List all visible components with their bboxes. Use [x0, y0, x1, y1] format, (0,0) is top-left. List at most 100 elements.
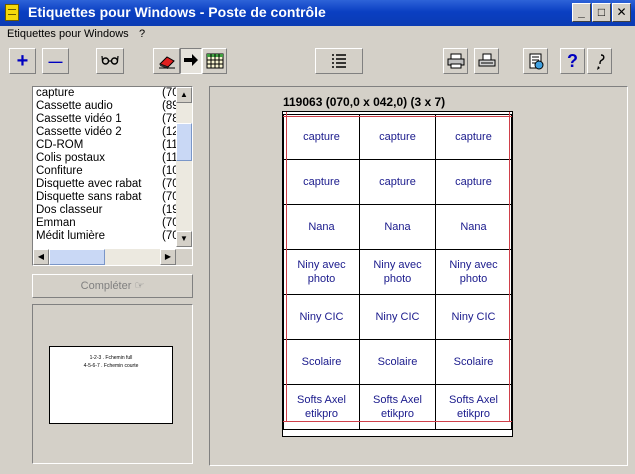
list-item-count: (19 [162, 204, 177, 216]
arrow-right-icon [184, 54, 198, 66]
scrollbar-corner [176, 249, 192, 265]
label-cell-text: capture [303, 176, 340, 188]
list-item[interactable]: capture (70 [33, 87, 177, 100]
label-cell-text: Scolaire [453, 356, 494, 368]
view-button[interactable] [96, 48, 124, 74]
menu-help[interactable]: ? [139, 28, 145, 40]
label-cell[interactable]: Niny avec photo [359, 249, 436, 295]
printer-icon [478, 53, 495, 67]
label-cell[interactable]: Scolaire [359, 339, 436, 385]
list-item[interactable]: Dos classeur (19 [33, 204, 177, 217]
list-item[interactable]: Confiture (10 [33, 165, 177, 178]
document-button[interactable] [523, 48, 548, 74]
add-button[interactable]: + [9, 48, 36, 74]
plus-icon: + [16, 50, 29, 72]
list-item[interactable]: Cassette vidéo 1 (78 [33, 113, 177, 126]
list-item[interactable]: Emman (70 [33, 217, 177, 230]
window-title: Etiquettes pour Windows - Poste de contr… [28, 4, 326, 20]
list-item[interactable]: Colis postaux (11 [33, 152, 177, 165]
grid-button[interactable] [202, 48, 227, 74]
label-cell-text: Scolaire [301, 356, 342, 368]
horizontal-scrollbar[interactable]: ◀ ▶ [33, 249, 176, 265]
label-cell[interactable]: Nana [359, 204, 436, 250]
label-cell-text: Niny CIC [375, 311, 420, 323]
horizontal-scroll-thumb[interactable] [49, 249, 105, 265]
print-button[interactable] [474, 48, 499, 74]
label-cell[interactable]: Softs Axel etikpro [359, 384, 436, 430]
scroll-left-icon[interactable]: ◀ [33, 249, 49, 265]
maximize-button[interactable]: □ [592, 3, 611, 22]
printer-setup-icon [447, 53, 464, 69]
label-cell-text: Softs Axel etikpro [297, 394, 346, 420]
list-item-count: (70 [162, 230, 177, 242]
vertical-scroll-thumb[interactable] [176, 123, 192, 161]
label-sheet: capture capture capture capture capture captu… [282, 111, 513, 437]
label-cell[interactable]: Niny avec photo [283, 249, 360, 295]
scroll-up-icon[interactable]: ▲ [176, 87, 192, 103]
label-cell-text: Niny avec photo [449, 259, 498, 285]
list-item[interactable]: Disquette sans rabat (70 [33, 191, 177, 204]
label-cell[interactable]: Scolaire [435, 339, 512, 385]
minimize-button[interactable]: _ [572, 3, 591, 22]
list-item[interactable]: CD-ROM (11 [33, 139, 177, 152]
label-cell[interactable]: Niny CIC [435, 294, 512, 340]
label-cell[interactable]: capture [359, 159, 436, 205]
scroll-down-icon[interactable]: ▼ [176, 231, 192, 247]
grid-icon [206, 53, 223, 69]
list-button[interactable] [315, 48, 363, 74]
label-cell-text: Softs Axel etikpro [373, 394, 422, 420]
list-item-name: Médit lumière [36, 230, 106, 242]
label-cell[interactable]: Softs Axel etikpro [435, 384, 512, 430]
label-cell[interactable]: Nana [435, 204, 512, 250]
arrow-button[interactable] [180, 48, 202, 74]
template-list[interactable]: capture (70 Cassette audio (89 Cassette vidé… [32, 86, 193, 266]
label-cell[interactable]: Niny CIC [283, 294, 360, 340]
list-item-count: (78 [162, 113, 177, 125]
margin-line-right [509, 112, 510, 422]
list-item-name: Confiture [36, 165, 83, 177]
label-cell-text: Niny CIC [451, 311, 496, 323]
label-cell[interactable]: capture [283, 159, 360, 205]
list-item-count: (10 [162, 165, 177, 177]
label-cell[interactable]: Niny CIC [359, 294, 436, 340]
menu-etiquettes[interactable]: Etiquettes pour Windows [7, 28, 129, 40]
margin-line-top [283, 116, 512, 117]
label-cell[interactable]: capture [283, 114, 360, 160]
label-cell-text: Softs Axel etikpro [449, 394, 498, 420]
list-item-name: CD-ROM [36, 139, 84, 151]
close-button[interactable]: ✕ [612, 3, 631, 22]
label-cell-text: Scolaire [377, 356, 418, 368]
printer-setup-button[interactable] [443, 48, 468, 74]
preview-line: 4-5-6-7 . Fchemin courte [83, 363, 139, 369]
sheet-title: 119063 (070,0 x 042,0) (3 x 7) [283, 95, 446, 109]
list-item[interactable]: Cassette audio (89 [33, 100, 177, 113]
help-button[interactable]: ? [560, 48, 585, 74]
context-help-button[interactable] [587, 48, 612, 74]
list-item[interactable]: Cassette vidéo 2 (12 [33, 126, 177, 139]
toolbar: + — ? [0, 45, 635, 79]
list-item-name: Disquette sans rabat [36, 191, 142, 203]
completer-button[interactable]: Compléter ☞ [32, 274, 193, 298]
list-item-count: (12 [162, 126, 177, 138]
title-bar[interactable]: Etiquettes pour Windows - Poste de contr… [0, 0, 635, 26]
label-cell[interactable]: Nana [283, 204, 360, 250]
help-icon: ? [567, 51, 578, 71]
label-cell[interactable]: Softs Axel etikpro [283, 384, 360, 430]
label-cell-text: Nana [308, 221, 335, 233]
list-item[interactable]: Médit lumière (70 [33, 230, 177, 243]
margin-line-bottom [283, 421, 512, 422]
list-icon [332, 54, 346, 68]
remove-button[interactable]: — [42, 48, 69, 74]
list-item-name: Disquette avec rabat [36, 178, 142, 190]
label-cell[interactable]: capture [435, 114, 512, 160]
label-cell[interactable]: Niny avec photo [435, 249, 512, 295]
label-cell[interactable]: capture [359, 114, 436, 160]
erase-button[interactable] [153, 48, 180, 74]
list-item[interactable]: Disquette avec rabat (70 [33, 178, 177, 191]
label-cell[interactable]: Scolaire [283, 339, 360, 385]
list-item-name: Cassette vidéo 1 [36, 113, 122, 125]
vertical-scrollbar[interactable]: ▲ ▼ [176, 87, 192, 247]
scroll-right-icon[interactable]: ▶ [160, 249, 176, 265]
label-cell-text: Nana [384, 221, 411, 233]
label-cell[interactable]: capture [435, 159, 512, 205]
